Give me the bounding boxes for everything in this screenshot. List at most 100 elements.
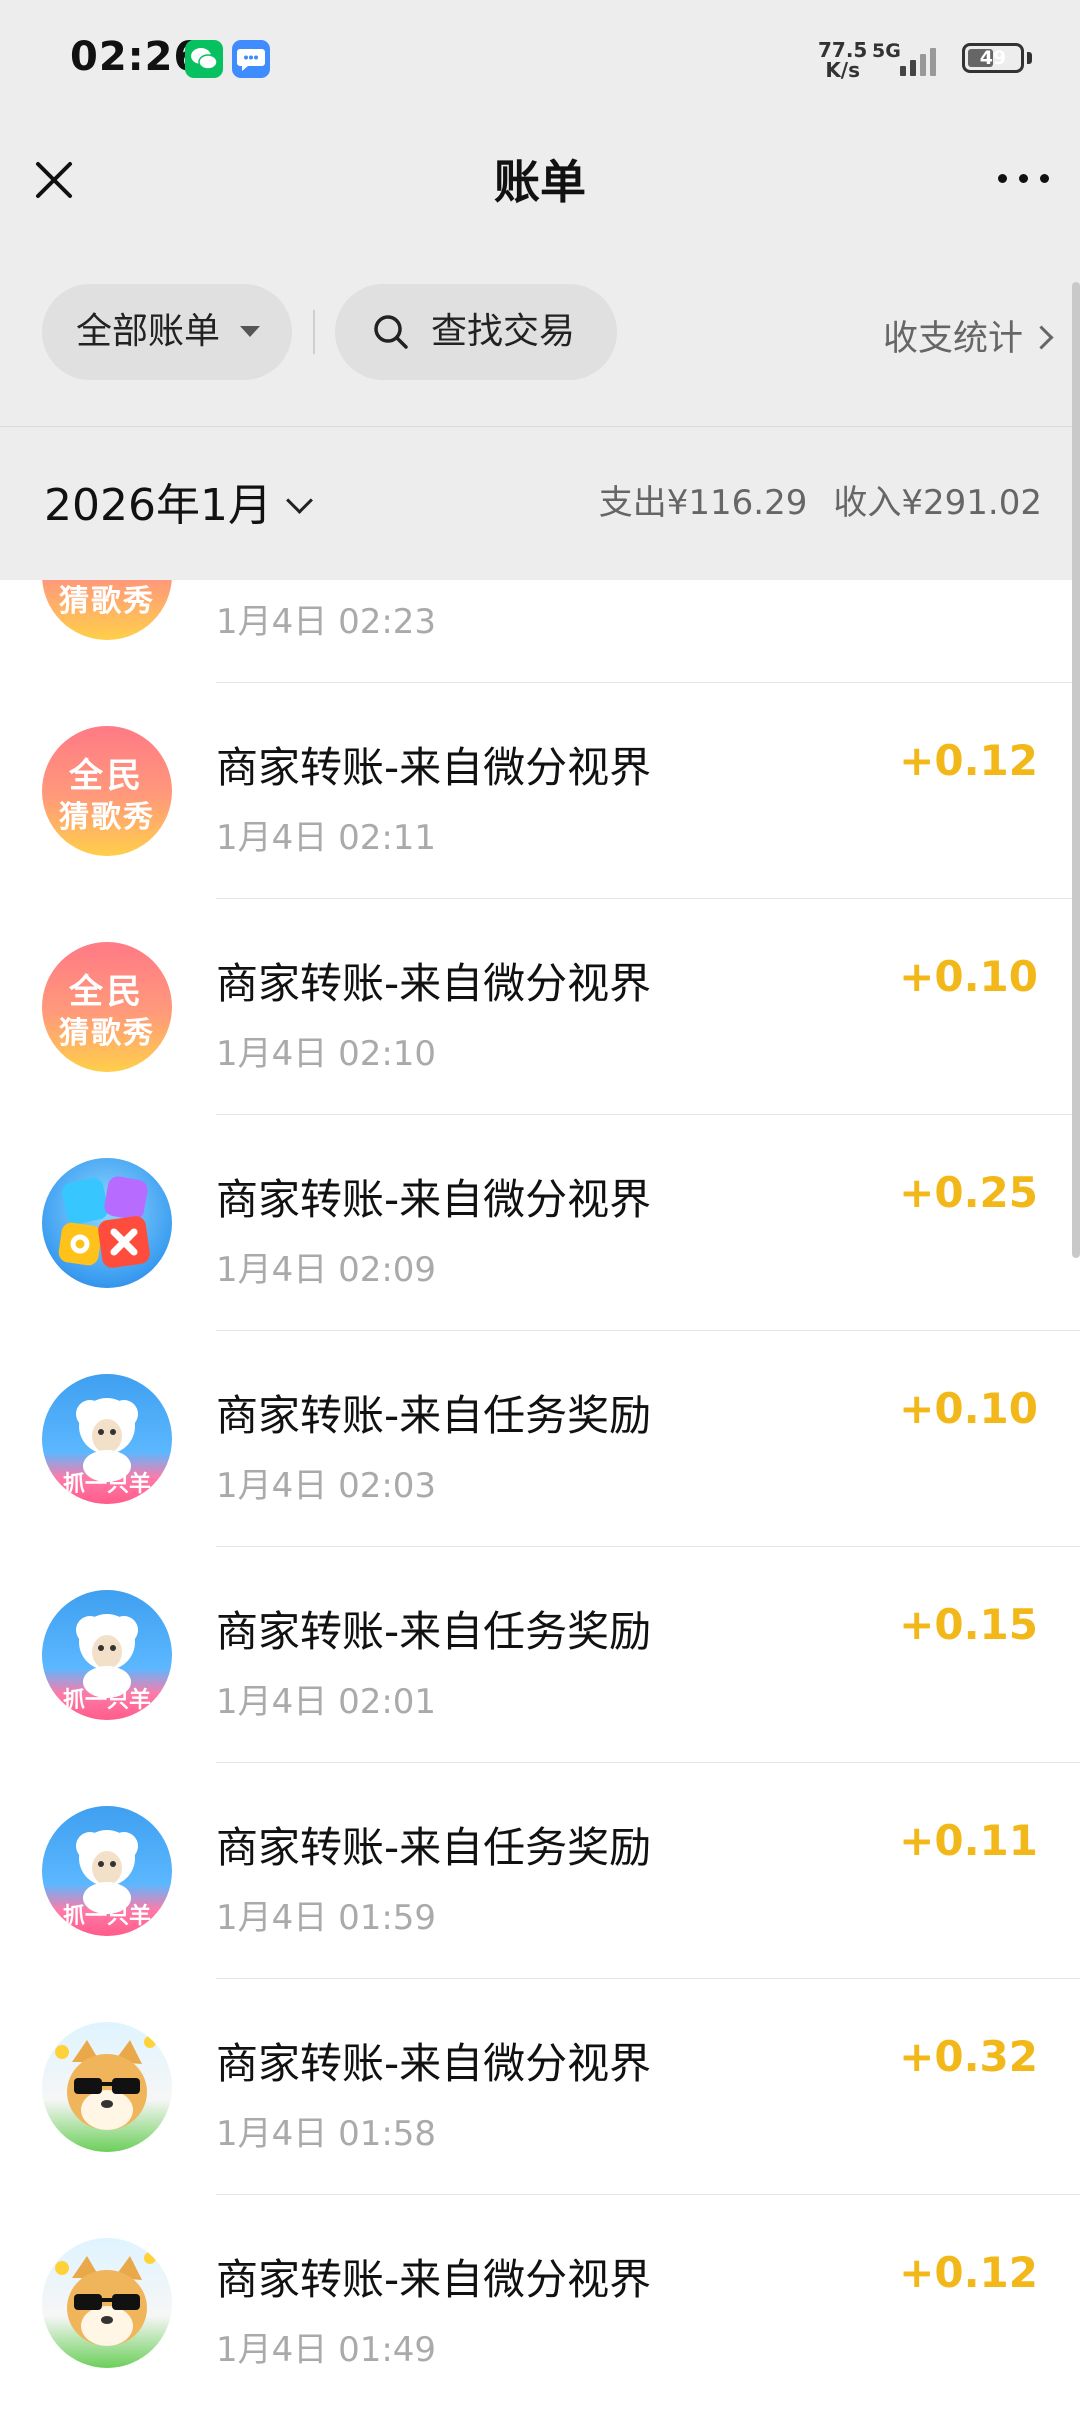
- transaction-row[interactable]: 全民猜歌秀 1月4日 02:23: [0, 580, 1080, 682]
- transaction-amount: +0.10: [899, 952, 1038, 1001]
- avatar-text: 全民: [69, 972, 145, 1012]
- expense-label: 支出: [598, 483, 667, 523]
- avatar: 全民猜歌秀: [42, 726, 172, 856]
- status-indicators: 77.5 K/s 5G 49: [780, 30, 1080, 90]
- message-icon: [232, 40, 270, 78]
- avatar: 全民猜歌秀: [42, 580, 172, 640]
- doge-icon: [55, 2036, 156, 2130]
- transaction-time: 1月4日 02:23: [216, 602, 437, 642]
- transaction-title: 商家转账-来自任务奖励: [216, 1391, 652, 1440]
- stats-label: 收支统计: [882, 319, 1023, 359]
- net-speed: 77.5 K/s: [818, 40, 867, 80]
- transaction-amount: +0.32: [899, 2032, 1038, 2081]
- transaction-row[interactable]: 商家转账-来自微分视界 1月4日 01:49 +0.12: [0, 2194, 1080, 2410]
- avatar: [42, 1158, 172, 1288]
- doge-icon: [55, 2252, 156, 2346]
- income-value: ¥291.02: [901, 483, 1042, 523]
- filter-bar: 全部账单 查找交易 收支统计: [0, 254, 1080, 427]
- transaction-row[interactable]: 全民 猜歌秀 商家转账-来自微分视界 1月4日 02:10 +0.10: [0, 898, 1080, 1114]
- transaction-title: 商家转账-来自任务奖励: [216, 1823, 652, 1872]
- transaction-list-inner: 全民猜歌秀1月4日 02:23全民猜歌秀商家转账-来自微分视界1月4日 02:1…: [0, 580, 1080, 2410]
- transaction-row[interactable]: 商家转账-来自微分视界 1月4日 01:58 +0.32: [0, 1978, 1080, 2194]
- net-speed-value: 77.5: [818, 38, 868, 62]
- avatar: 抓一只羊: [42, 1374, 172, 1504]
- row-divider: [216, 1330, 1080, 1331]
- transaction-row[interactable]: 抓一只羊 商家转账-来自任务奖励 1月4日 02:03 +0.10: [0, 1330, 1080, 1546]
- month-picker[interactable]: 2026年1月: [44, 469, 313, 533]
- transaction-amount: +0.12: [899, 2248, 1038, 2297]
- avatar-text: 猜歌秀: [59, 584, 155, 619]
- row-divider: [216, 1114, 1080, 1115]
- row-divider: [216, 1546, 1080, 1547]
- all-bills-label: 全部账单: [76, 311, 221, 352]
- transaction-title: 商家转账-来自微分视界: [216, 743, 652, 792]
- transaction-title: 商家转账-来自微分视界: [216, 1175, 652, 1224]
- status-bar: 02:26 77.5 K/s 5G 49: [0, 0, 1080, 124]
- row-divider: [216, 2194, 1080, 2195]
- nav-bar: 账单: [0, 124, 1080, 254]
- income-label: 收入: [833, 483, 902, 523]
- transaction-time: 1月4日 02:09: [216, 1250, 437, 1290]
- row-divider: [216, 682, 1080, 683]
- caret-down-icon: [240, 326, 260, 337]
- transaction-row[interactable]: 抓一只羊 商家转账-来自任务奖励 1月4日 01:59 +0.11: [0, 1762, 1080, 1978]
- more-icon: [998, 174, 1007, 183]
- page-title: 账单: [494, 155, 586, 209]
- transaction-time: 1月4日 01:58: [216, 2114, 437, 2154]
- wechat-icon: [185, 40, 223, 78]
- transaction-time: 1月4日 01:49: [216, 2330, 437, 2370]
- transaction-title: 商家转账-来自微分视界: [216, 2255, 652, 2304]
- signal-icon: [900, 42, 950, 76]
- transaction-time: 1月4日 02:03: [216, 1466, 437, 1506]
- all-bills-dropdown[interactable]: 全部账单: [42, 284, 292, 380]
- avatar-text: 抓一只羊: [62, 1472, 151, 1497]
- search-transactions-button[interactable]: 查找交易: [335, 284, 617, 380]
- month-header: 2026年1月 支出¥116.29 收入¥291.02: [0, 427, 1080, 580]
- transaction-row[interactable]: 抓一只羊 商家转账-来自任务奖励 1月4日 02:01 +0.15: [0, 1546, 1080, 1762]
- network-gen: 5G: [872, 40, 901, 62]
- search-icon: [374, 315, 408, 349]
- transaction-amount: +0.10: [899, 1384, 1038, 1433]
- more-button[interactable]: [994, 162, 1054, 192]
- transaction-title: 商家转账-来自任务奖励: [216, 1607, 652, 1656]
- avatar: 全民猜歌秀: [42, 942, 172, 1072]
- transaction-row[interactable]: 全民 猜歌秀 商家转账-来自微分视界 1月4日 02:11 +0.12: [0, 682, 1080, 898]
- transaction-title: 商家转账-来自微分视界: [216, 2039, 652, 2088]
- transaction-amount: +0.12: [899, 736, 1038, 785]
- expense-value: ¥116.29: [666, 483, 808, 523]
- chevron-right-icon: [1029, 325, 1054, 350]
- net-speed-unit: K/s: [825, 58, 861, 82]
- avatar-text: 抓一只羊: [62, 1688, 151, 1713]
- transaction-amount: +0.15: [899, 1600, 1038, 1649]
- row-divider: [216, 1978, 1080, 1979]
- avatar: [42, 2238, 172, 2368]
- transaction-time: 1月4日 02:11: [216, 818, 437, 858]
- scrollbar[interactable]: [1072, 282, 1080, 1258]
- transaction-amount: +0.25: [899, 1168, 1038, 1217]
- transaction-time: 1月4日 02:10: [216, 1034, 437, 1074]
- battery-icon: 49: [962, 43, 1024, 73]
- avatar: [42, 2022, 172, 2152]
- avatar-text: 抓一只羊: [62, 1904, 151, 1929]
- avatar-text: 猜歌秀: [59, 1016, 155, 1051]
- avatar: 抓一只羊: [42, 1590, 172, 1720]
- status-time: 02:26: [70, 34, 203, 80]
- stats-link[interactable]: 收支统计: [882, 310, 1054, 361]
- battery-level: 49: [979, 47, 1007, 69]
- chevron-down-icon: [286, 487, 313, 514]
- row-divider: [216, 1762, 1080, 1763]
- month-summary: 支出¥116.29 收入¥291.02: [599, 475, 1042, 524]
- row-divider: [216, 898, 1080, 899]
- game-blocks-icon: [58, 1176, 150, 1268]
- transaction-time: 1月4日 01:59: [216, 1898, 437, 1938]
- transaction-row[interactable]: 商家转账-来自微分视界 1月4日 02:09 +0.25: [0, 1114, 1080, 1330]
- transaction-time: 1月4日 02:01: [216, 1682, 437, 1722]
- transaction-amount: +0.11: [899, 1816, 1038, 1865]
- divider: [313, 310, 315, 354]
- avatar: 抓一只羊: [42, 1806, 172, 1936]
- month-label: 2026年1月: [44, 480, 272, 531]
- avatar-text: 猜歌秀: [59, 800, 155, 835]
- transaction-list[interactable]: 全民猜歌秀1月4日 02:23全民猜歌秀商家转账-来自微分视界1月4日 02:1…: [0, 580, 1080, 2412]
- search-label: 查找交易: [431, 311, 576, 352]
- transaction-title: 商家转账-来自微分视界: [216, 959, 652, 1008]
